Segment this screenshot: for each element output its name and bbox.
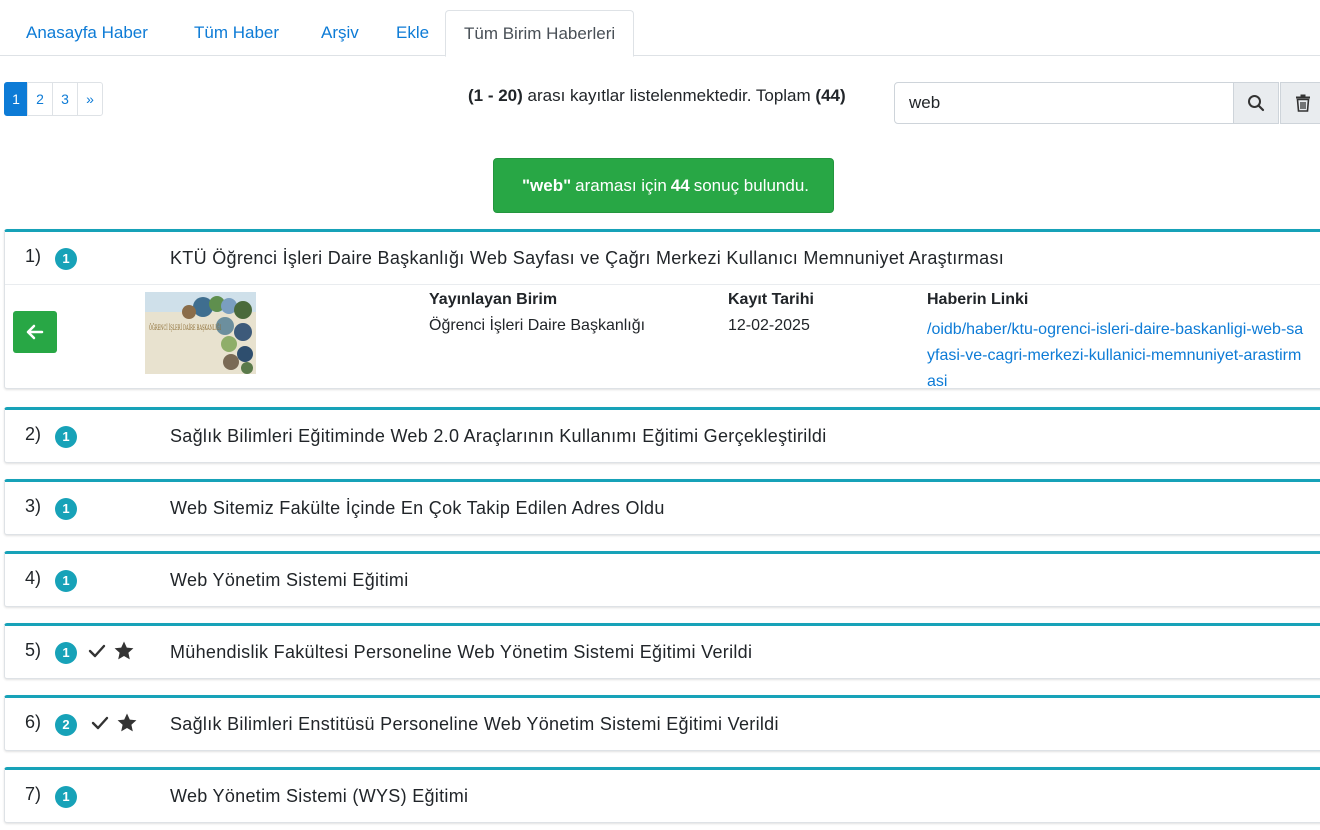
page-1[interactable]: 1: [4, 82, 28, 116]
publisher-value: Öğrenci İşleri Daire Başkanlığı: [429, 317, 646, 334]
star-icon: [117, 713, 137, 732]
publisher-heading: Yayınlayan Birim: [429, 291, 558, 308]
records-total: (44): [815, 86, 846, 105]
star-icon: [114, 641, 134, 660]
clear-search-button[interactable]: [1280, 82, 1320, 124]
news-item-header[interactable]: 2) 1 Sağlık Bilimleri Eğitiminde Web 2.0…: [5, 410, 1320, 462]
news-item: 4) 1 Web Yönetim Sistemi Eğitimi: [4, 551, 1320, 607]
item-badge: 1: [55, 248, 77, 270]
pagination: 1 2 3 »: [4, 82, 103, 116]
news-item-header[interactable]: 3) 1 Web Sitemiz Fakülte İçinde En Çok T…: [5, 482, 1320, 534]
news-link[interactable]: /oidb/haber/ktu-ogrenci-isleri-daire-bas…: [927, 317, 1307, 395]
item-badge: 2: [55, 714, 77, 736]
news-item-header[interactable]: 6) 2 Sağlık Bilimleri Enstitüsü Personel…: [5, 698, 1320, 750]
tab-tum-birim-haberleri[interactable]: Tüm Birim Haberleri: [445, 10, 635, 57]
date-heading: Kayıt Tarihi: [728, 291, 814, 308]
check-icon: [91, 716, 109, 730]
item-title[interactable]: Sağlık Bilimleri Eğitiminde Web 2.0 Araç…: [170, 426, 827, 447]
records-text: arası kayıtlar listelenmektedir. Toplam: [527, 86, 811, 105]
records-range: (1 - 20): [468, 86, 523, 105]
item-number: 3): [25, 496, 42, 516]
item-badge: 1: [55, 426, 77, 448]
item-badge: 1: [55, 786, 77, 808]
news-item: 1) 1 KTÜ Öğrenci İşleri Daire Başkanlığı…: [4, 229, 1320, 390]
news-item: 3) 1 Web Sitemiz Fakülte İçinde En Çok T…: [4, 479, 1320, 535]
check-icon: [88, 644, 106, 658]
news-item: 6) 2 Sağlık Bilimleri Enstitüsü Personel…: [4, 695, 1320, 751]
trash-icon: [1296, 94, 1310, 112]
item-title[interactable]: Mühendislik Fakültesi Personeline Web Yö…: [170, 642, 752, 663]
item-badge: 1: [55, 498, 77, 520]
thumb-label: ÖĞRENCİ İŞLERİ DAİRE BAŞKANLIĞI: [149, 323, 221, 332]
item-number: 6): [25, 712, 42, 732]
arrow-left-icon: [26, 324, 44, 340]
news-item: 2) 1 Sağlık Bilimleri Eğitiminde Web 2.0…: [4, 407, 1320, 463]
alert-count: 44: [670, 175, 690, 195]
item-number: 4): [25, 568, 42, 588]
item-title[interactable]: Web Yönetim Sistemi (WYS) Eğitimi: [170, 786, 468, 807]
tab-anasayfa-haber[interactable]: Anasayfa Haber: [8, 10, 166, 56]
tab-arsiv[interactable]: Arşiv: [303, 10, 377, 56]
back-button[interactable]: [13, 311, 57, 353]
page-next[interactable]: »: [77, 82, 103, 116]
item-badge: 1: [55, 642, 77, 664]
item-title[interactable]: Web Sitemiz Fakülte İçinde En Çok Takip …: [170, 498, 665, 519]
news-item-header[interactable]: 5) 1 Mühendislik Fakültesi Personeline W…: [5, 626, 1320, 678]
search-icon: [1248, 95, 1265, 112]
item-title[interactable]: Sağlık Bilimleri Enstitüsü Personeline W…: [170, 714, 779, 735]
news-item-header[interactable]: 1) 1 KTÜ Öğrenci İşleri Daire Başkanlığı…: [5, 232, 1320, 284]
item-number: 5): [25, 640, 42, 660]
item-number: 1): [25, 246, 42, 266]
page-2[interactable]: 2: [27, 82, 53, 116]
alert-middle: araması için: [575, 175, 667, 195]
search-result-alert: "web" araması için 44 sonuç bulundu.: [493, 158, 834, 213]
news-item: 7) 1 Web Yönetim Sistemi (WYS) Eğitimi: [4, 767, 1320, 823]
tab-ekle[interactable]: Ekle: [378, 10, 447, 56]
news-thumbnail: ÖĞRENCİ İŞLERİ DAİRE BAŞKANLIĞI: [145, 292, 256, 374]
news-item-header[interactable]: 7) 1 Web Yönetim Sistemi (WYS) Eğitimi: [5, 770, 1320, 822]
item-number: 7): [25, 784, 42, 804]
news-item-detail: ÖĞRENCİ İŞLERİ DAİRE BAŞKANLIĞI Yayınlay…: [5, 284, 1320, 390]
tab-tum-haber[interactable]: Tüm Haber: [176, 10, 297, 56]
page-3[interactable]: 3: [52, 82, 78, 116]
alert-query: "web": [521, 175, 572, 195]
item-number: 2): [25, 424, 42, 444]
date-value: 12-02-2025: [728, 317, 810, 334]
link-heading: Haberin Linki: [927, 291, 1029, 308]
item-title[interactable]: KTÜ Öğrenci İşleri Daire Başkanlığı Web …: [170, 248, 1004, 269]
search-button[interactable]: [1233, 82, 1279, 124]
news-item: 5) 1 Mühendislik Fakültesi Personeline W…: [4, 623, 1320, 679]
news-item-header[interactable]: 4) 1 Web Yönetim Sistemi Eğitimi: [5, 554, 1320, 606]
item-badge: 1: [55, 570, 77, 592]
alert-suffix: sonuç bulundu.: [693, 175, 810, 195]
records-info: (1 - 20) arası kayıtlar listelenmektedir…: [468, 86, 846, 106]
tab-bar: Anasayfa Haber Tüm Haber Arşiv Ekle Tüm …: [0, 0, 1320, 57]
item-title[interactable]: Web Yönetim Sistemi Eğitimi: [170, 570, 409, 591]
search-input[interactable]: [894, 82, 1234, 124]
